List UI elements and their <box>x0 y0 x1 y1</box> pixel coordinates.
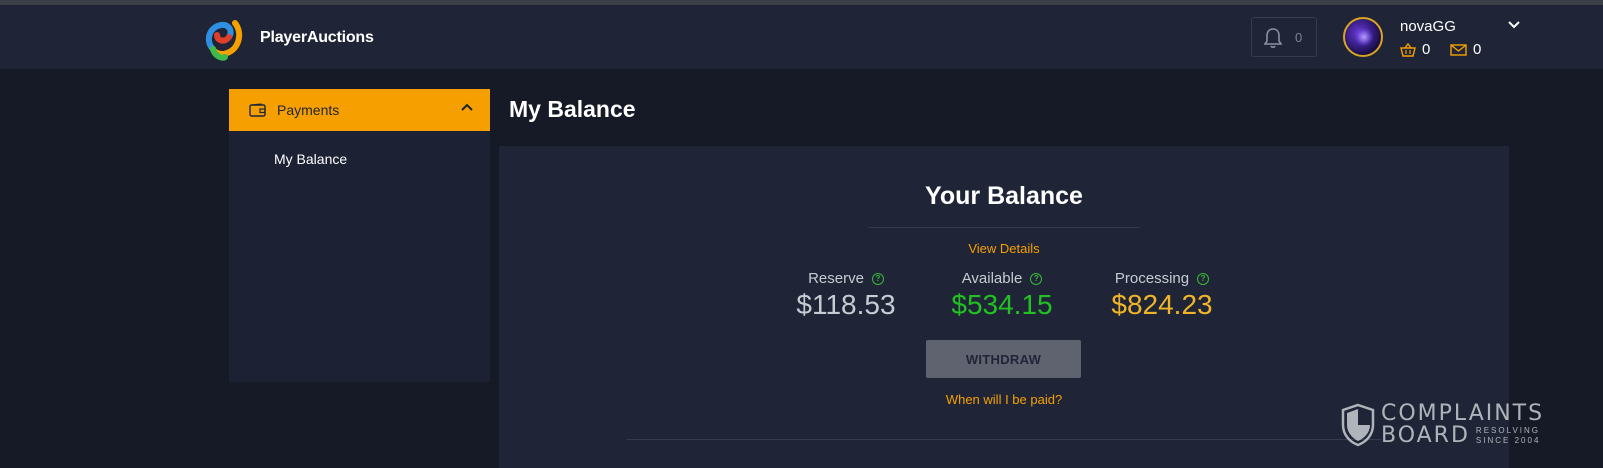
basket-icon <box>1400 42 1416 57</box>
help-icon[interactable]: ? <box>1197 272 1210 285</box>
bell-icon <box>1264 28 1282 48</box>
brand-name[interactable]: PlayerAuctions <box>260 29 374 47</box>
notifications-button[interactable]: 0 <box>1251 17 1317 57</box>
balance-title: Your Balance <box>925 182 1083 210</box>
processing-amount: $824.23 <box>1111 289 1213 320</box>
processing-label: Processing <box>1114 270 1190 287</box>
wallet-icon <box>249 103 266 117</box>
reserve-amount: $118.53 <box>796 289 896 320</box>
divider <box>868 227 1140 228</box>
processing-stat: Processing ? $824.23 <box>1082 270 1242 321</box>
cart-indicator[interactable]: 0 <box>1400 41 1430 58</box>
withdraw-button[interactable]: WITHDRAW <box>926 340 1081 378</box>
view-details-link[interactable]: View Details <box>499 241 1509 256</box>
available-label: Available <box>961 270 1023 287</box>
reserve-label: Reserve <box>808 270 864 287</box>
watermark-tag1: RESOLVING <box>1475 426 1541 435</box>
watermark-tag2: SINCE 2004 <box>1475 436 1541 445</box>
complaintsboard-watermark: COMPLAINTS BOARD RESOLVING SINCE 2004 <box>1341 403 1544 447</box>
help-icon[interactable]: ? <box>1030 272 1043 285</box>
divider <box>627 439 1381 440</box>
top-header: PlayerAuctions 0 novaGG 0 0 <box>0 5 1603 69</box>
available-stat: Available ? $534.15 <box>922 270 1082 321</box>
shield-icon <box>1341 403 1375 447</box>
chevron-up-icon[interactable] <box>461 103 473 111</box>
sidebar-item-my-balance[interactable]: My Balance <box>274 151 347 167</box>
sidebar-section-label: Payments <box>277 102 340 118</box>
notifications-count: 0 <box>1295 30 1303 45</box>
watermark-line2: BOARD <box>1381 423 1470 448</box>
help-icon[interactable]: ? <box>871 272 884 285</box>
cart-count: 0 <box>1422 41 1431 58</box>
chevron-down-icon[interactable] <box>1508 21 1520 29</box>
messages-indicator[interactable]: 0 <box>1450 41 1481 58</box>
username[interactable]: novaGG <box>1400 18 1456 35</box>
page-title: My Balance <box>509 96 636 122</box>
sidebar: Payments My Balance <box>229 89 490 382</box>
reserve-stat: Reserve ? $118.53 <box>766 270 926 321</box>
avatar[interactable] <box>1343 17 1383 57</box>
available-amount: $534.15 <box>951 289 1053 320</box>
sidebar-section-payments[interactable]: Payments <box>229 89 490 131</box>
messages-count: 0 <box>1473 41 1482 58</box>
mail-icon <box>1450 43 1467 56</box>
playerauctions-logo[interactable] <box>203 19 245 61</box>
watermark-line1: COMPLAINTS <box>1381 401 1545 426</box>
